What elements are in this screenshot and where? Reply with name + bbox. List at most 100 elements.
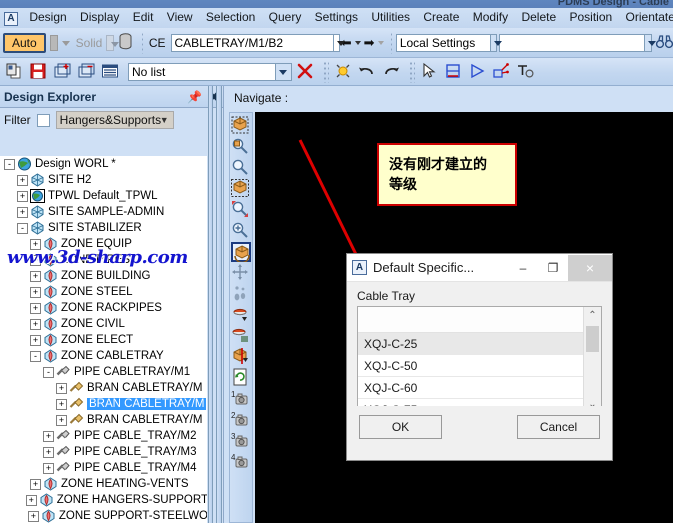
tree-item[interactable]: + PIPE CABLE_TRAY/M3	[0, 444, 208, 460]
menu-item-delete[interactable]: Delete	[516, 8, 561, 27]
tree-expand-icon[interactable]: +	[43, 430, 54, 442]
view-direction-icon[interactable]	[231, 305, 251, 325]
tree-item[interactable]: - Design WORL *	[0, 156, 208, 172]
local-settings-input[interactable]	[395, 34, 491, 52]
filter-select[interactable]: Hangers&Supports ▼	[55, 111, 174, 129]
tree-expand-icon[interactable]: +	[25, 494, 37, 506]
limits-icon[interactable]	[231, 179, 251, 199]
forward-arrow-icon[interactable]: ➡	[364, 35, 375, 51]
solid-dropdown-icon[interactable]	[106, 35, 120, 51]
view-1-icon[interactable]: 1	[231, 389, 251, 409]
tree-item[interactable]: + ZONE HEATING-VENTS	[0, 476, 208, 492]
tree-collapse-icon[interactable]: -	[30, 350, 41, 362]
cable-tray-listbox[interactable]: XQJ-C-25XQJ-C-50XQJ-C-60XQJ-C-75 ⌃ ⌄	[357, 306, 602, 414]
zoom-selection-icon[interactable]	[231, 137, 251, 157]
pointer-icon[interactable]	[419, 61, 441, 83]
tree-expand-icon[interactable]: +	[56, 398, 67, 410]
view-settings-icon[interactable]	[231, 326, 251, 346]
filter-checkbox[interactable]	[36, 113, 50, 127]
tree-item[interactable]: + PIPE CABLE_TRAY/M2	[0, 428, 208, 444]
zoom-in-icon[interactable]	[231, 221, 251, 241]
list-dropdown-icon[interactable]	[276, 63, 292, 81]
tree-expand-icon[interactable]: +	[30, 238, 41, 250]
tree-expand-icon[interactable]: +	[27, 510, 39, 522]
cone-primitive-icon[interactable]	[467, 61, 489, 83]
clip-icon[interactable]	[231, 347, 251, 367]
rotate-view-icon[interactable]	[231, 242, 251, 264]
listbox-item[interactable]: XQJ-C-50	[358, 355, 583, 377]
save-icon[interactable]	[28, 61, 50, 83]
tree-expand-icon[interactable]: +	[30, 270, 41, 282]
tree-item[interactable]: + ZONE HANGERS-SUPPORT	[0, 492, 208, 508]
menu-item-utilities[interactable]: Utilities	[366, 8, 415, 27]
minimize-button[interactable]: –	[508, 255, 538, 281]
tree-expand-icon[interactable]: +	[30, 318, 41, 330]
tree-item[interactable]: + ZONE SUPPORT-STEELWO	[0, 508, 208, 523]
walk-icon[interactable]	[231, 284, 251, 304]
auto-button[interactable]: Auto	[3, 33, 46, 53]
secondary-combo-input[interactable]	[499, 34, 646, 52]
tree-collapse-icon[interactable]: -	[17, 222, 28, 234]
tree-item[interactable]: + BRAN CABLETRAY/M	[0, 412, 208, 428]
look-icon[interactable]	[231, 200, 251, 220]
scroll-up-icon[interactable]: ⌃	[584, 307, 601, 324]
remove-from-list-icon[interactable]	[76, 61, 98, 83]
menu-item-query[interactable]: Query	[264, 8, 307, 27]
ce-input[interactable]	[170, 34, 334, 52]
tree-expand-icon[interactable]: +	[43, 462, 54, 474]
maximize-button[interactable]: ❐	[538, 255, 568, 281]
tree-item[interactable]: + ZONE PIPES	[0, 252, 208, 268]
tree-item[interactable]: + BRAN CABLETRAY/M	[0, 380, 208, 396]
tree-item[interactable]: + SITE SAMPLE-ADMIN	[0, 204, 208, 220]
tree-expand-icon[interactable]: +	[30, 286, 41, 298]
menu-item-create[interactable]: Create	[418, 8, 464, 27]
tree-expand-icon[interactable]: +	[30, 302, 41, 314]
listbox-scrollbar[interactable]: ⌃ ⌄	[583, 307, 601, 413]
tree-expand-icon[interactable]: +	[30, 334, 41, 346]
tree-item[interactable]: + PIPE CABLE_TRAY/M4	[0, 460, 208, 476]
menu-item-selection[interactable]: Selection	[201, 8, 260, 27]
menu-item-design[interactable]: Design	[24, 8, 71, 27]
tree-item[interactable]: + BRAN CABLETRAY/M	[0, 396, 208, 412]
tree-expand-icon[interactable]: +	[17, 206, 28, 218]
explorer-splitter[interactable]	[208, 86, 213, 523]
cylinder-icon[interactable]	[119, 33, 132, 53]
refresh-icon[interactable]	[231, 368, 251, 388]
zoom-area-icon[interactable]	[231, 158, 251, 178]
tree-expand-icon[interactable]: +	[17, 174, 28, 186]
tree-item[interactable]: + TPWL Default_TPWL	[0, 188, 208, 204]
menu-item-modify[interactable]: Modify	[468, 8, 513, 27]
color-swatch-icon[interactable]	[49, 35, 58, 51]
menu-item-edit[interactable]: Edit	[128, 8, 159, 27]
axes-icon[interactable]	[491, 61, 513, 83]
view-3-icon[interactable]: 3	[231, 431, 251, 451]
menu-item-position[interactable]: Position	[564, 8, 617, 27]
tree-expand-icon[interactable]: +	[43, 446, 54, 458]
menu-item-orientate[interactable]: Orientate	[621, 8, 673, 27]
menu-item-view[interactable]: View	[162, 8, 198, 27]
tree-item[interactable]: - PIPE CABLETRAY/M1	[0, 364, 208, 380]
tree-collapse-icon[interactable]: -	[43, 366, 54, 378]
redo-icon[interactable]	[381, 61, 403, 83]
tree-expand-icon[interactable]: +	[30, 478, 41, 490]
forward-dropdown-icon[interactable]	[377, 41, 384, 45]
tree-item[interactable]: - SITE STABILIZER	[0, 220, 208, 236]
listbox-blank-row[interactable]	[358, 307, 583, 333]
tree-expand-icon[interactable]: +	[30, 254, 41, 266]
design-explorer-tree[interactable]: - Design WORL * + SITE H2 + TPWL Default_TPWL…	[0, 156, 208, 523]
tree-item[interactable]: + ZONE RACKPIPES	[0, 300, 208, 316]
tree-item[interactable]: + SITE H2	[0, 172, 208, 188]
ce-dropdown-icon[interactable]	[333, 34, 345, 52]
local-settings-dropdown-icon[interactable]	[490, 34, 502, 52]
color-dropdown-icon[interactable]	[61, 40, 70, 46]
tree-collapse-icon[interactable]: -	[4, 158, 15, 170]
list-grid-icon[interactable]	[100, 61, 122, 83]
menu-item-display[interactable]: Display	[75, 8, 124, 27]
tree-item[interactable]: + ZONE ELECT	[0, 332, 208, 348]
list-input[interactable]	[128, 63, 276, 81]
menu-item-settings[interactable]: Settings	[310, 8, 363, 27]
listbox-item[interactable]: XQJ-C-60	[358, 377, 583, 399]
undo-icon[interactable]	[357, 61, 379, 83]
tree-expand-icon[interactable]: +	[56, 382, 67, 394]
pan-icon[interactable]	[231, 263, 251, 283]
